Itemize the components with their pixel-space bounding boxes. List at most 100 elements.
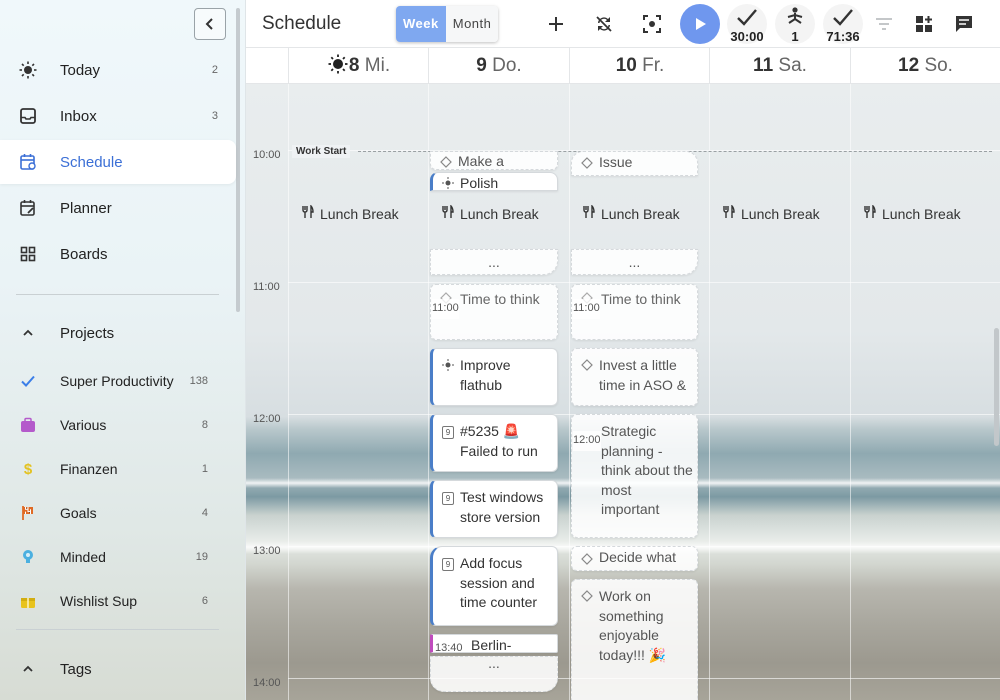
task-more[interactable]: ... [430,656,558,692]
calendar-icon: 9 [441,557,455,571]
day-number: 11 [753,55,774,76]
task-title: Strategic planning - think about the mos… [601,423,693,517]
day-header-thu[interactable]: 9 Do. [428,48,569,84]
task-card[interactable]: Make a [430,151,558,170]
play-icon [696,18,706,30]
task-card[interactable]: Time to think 11:00 [430,284,558,340]
more-label: ... [628,254,641,270]
repeat-icon [580,589,594,603]
day-number: 10 [615,55,637,76]
break-metric[interactable]: 1 [775,4,815,44]
project-item-finanzen[interactable]: $ Finanzen 1 [0,447,236,491]
day-header-wed[interactable]: 8 Mi. [288,48,429,84]
task-card[interactable]: 9 Add focus session and time counter [430,546,558,626]
sync-off-icon [596,16,612,32]
day-header-sat[interactable]: 11 Sa. [709,48,850,84]
focus-mode-button[interactable] [636,8,668,40]
add-task-button[interactable] [540,8,572,40]
gift-icon [18,591,38,611]
lightbulb-icon [18,547,38,567]
task-card[interactable]: Decide what [571,546,698,571]
project-item-super-productivity[interactable]: Super Productivity 138 [0,359,236,403]
focus-session-metric[interactable]: 30:00 [727,4,767,44]
project-item-wishlist-sup[interactable]: Wishlist Sup 6 [0,579,236,623]
project-item-minded[interactable]: Minded 19 [0,535,236,579]
lunch-break[interactable]: Lunch Break [864,204,961,222]
tags-header[interactable]: Tags [0,647,236,691]
task-time: 11:00 [573,299,600,319]
fork-knife-icon [723,204,735,222]
sun-icon [328,51,348,87]
inbox-icon [18,106,38,126]
task-card[interactable]: Improve flathub [430,348,558,406]
sidebar-item-schedule[interactable]: Schedule [0,140,236,184]
grid-line [288,282,1000,283]
task-time: 11:00 [432,299,459,319]
lunch-break-label: Lunch Break [320,205,399,222]
grid-line [428,84,429,700]
task-card[interactable]: Strategic planning - think about the mos… [571,414,698,538]
task-more[interactable]: ... [571,249,698,275]
center-focus-icon [643,15,661,33]
sidebar-item-label: Schedule [60,153,123,171]
project-count: 6 [201,595,208,607]
projects-header[interactable]: Projects [0,311,236,355]
task-card[interactable]: 9 Test windows store version [430,480,558,538]
task-title: Issue [599,154,633,170]
task-card[interactable]: Berlin- 13:40 [430,634,558,653]
task-title: Make a [458,153,504,169]
sidebar-item-planner[interactable]: Planner [0,186,236,230]
sync-button[interactable] [588,8,620,40]
break-value: 1 [791,29,799,44]
repeat-icon [439,155,453,169]
project-item-goals[interactable]: Goals 4 [0,491,236,535]
task-title: Test windows store version [460,489,544,525]
month-view-button[interactable]: Month [445,6,499,42]
task-card[interactable]: Invest a little time in ASO & [571,348,698,406]
project-label: Goals [60,505,97,521]
project-item-various[interactable]: Various 8 [0,403,236,447]
task-more[interactable]: ... [430,249,558,275]
day-header-sun[interactable]: 12 So. [850,48,1000,84]
briefcase-icon [18,415,38,435]
sidebar-item-label: Inbox [60,107,97,125]
lunch-break[interactable]: Lunch Break [723,204,820,222]
lunch-break[interactable]: Lunch Break [302,204,399,222]
sidebar-item-today[interactable]: Today 2 [0,48,236,92]
task-card[interactable]: Time to think 11:00 [571,284,698,340]
schedule-scrollbar[interactable] [994,328,999,446]
fork-knife-icon [302,204,314,222]
task-title: Invest a little time in ASO & [599,357,687,393]
calendar-icon: 9 [441,425,455,439]
day-header-row: 8 Mi. 9 Do. 10 Fr. 11 Sa. 12 So. [246,48,1000,84]
day-header-fri[interactable]: 10 Fr. [569,48,710,84]
lunch-break[interactable]: Lunch Break [583,204,680,222]
time-label: 10:00 [253,149,281,161]
sidebar: Today 2 Inbox 3 Schedule Planner Boards … [0,0,246,700]
project-count: 19 [195,551,208,563]
sidebar-item-inbox[interactable]: Inbox 3 [0,94,236,138]
day-number: 9 [476,55,487,76]
project-count: 138 [189,375,208,387]
task-time: 12:00 [573,431,601,451]
day-number: 12 [898,55,920,76]
lunch-break[interactable]: Lunch Break [442,204,539,222]
play-button[interactable] [680,4,720,44]
worked-time-metric[interactable]: 71:36 [823,4,863,44]
week-view-button[interactable]: Week [396,6,446,42]
dollar-icon: $ [23,460,33,478]
task-card[interactable]: 9 #5235 🚨 Failed to run [430,414,558,472]
day-name: Mi. [364,55,391,76]
fork-knife-icon [864,204,876,222]
sidebar-item-boards[interactable]: Boards [0,232,236,276]
filter-button[interactable] [868,8,900,40]
tags-header-label: Tags [60,660,92,678]
task-card[interactable]: Issue [571,151,698,176]
sidebar-scrollbar[interactable] [236,8,240,312]
collapse-sidebar-button[interactable] [194,8,226,40]
task-card[interactable]: Work on something enjoyable today!!! 🎉 [571,579,698,700]
notes-button[interactable] [948,8,980,40]
add-widget-button[interactable] [908,8,940,40]
task-card[interactable]: Polish [430,172,558,191]
flag-icon [18,503,38,523]
